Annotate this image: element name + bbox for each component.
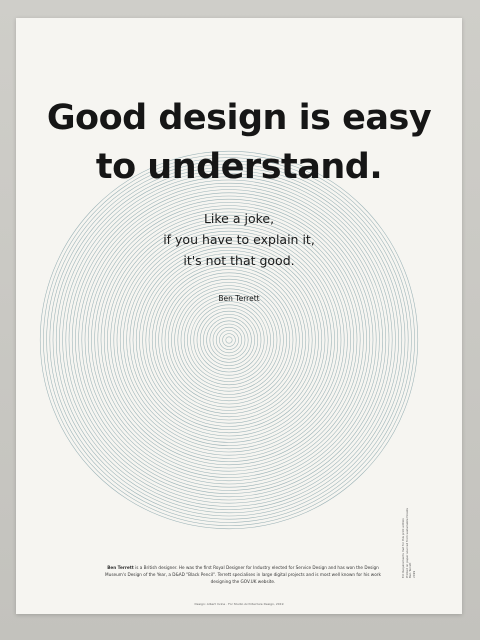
ring-11 [190, 301, 268, 379]
ring-27 [139, 250, 319, 430]
ring-23 [151, 262, 307, 418]
bio-name: Ben Terrett [107, 565, 134, 570]
bio-text: is a British designer. He was the first … [105, 565, 381, 584]
ring-6 [206, 317, 252, 363]
ring-10 [193, 304, 265, 376]
ring-1 [222, 333, 236, 347]
side-note-line-4: 2019 [411, 570, 416, 578]
quote: Like a joke, if you have to explain it, … [16, 208, 462, 271]
ring-26 [142, 253, 316, 427]
quote-line-2: if you have to explain it, [163, 232, 315, 247]
side-note: Ed: Requirements met for this print edit… [401, 508, 416, 578]
quote-author: Ben Terrett [218, 294, 260, 303]
ring-0 [225, 336, 233, 344]
bio-paragraph: Ben Terrett is a British designer. He wa… [100, 564, 386, 585]
wall-background: Good design is easy to understand. Like … [0, 0, 480, 640]
ring-2 [219, 330, 239, 350]
headline-line-1: Good design is easy [46, 98, 432, 138]
headline-line-2: to understand. [95, 147, 383, 187]
ring-12 [187, 298, 271, 382]
quote-line-1: Like a joke, [203, 211, 275, 226]
poster-headline: Good design is easy to understand. [16, 94, 462, 192]
ring-13 [183, 294, 275, 386]
ring-15 [177, 288, 281, 392]
poster: Good design is easy to understand. Like … [16, 18, 462, 614]
quote-line-3: it's not that good. [183, 253, 295, 268]
ring-14 [180, 291, 278, 389]
ring-28 [135, 246, 323, 434]
ring-25 [145, 256, 313, 424]
ring-8 [199, 310, 259, 370]
ring-20 [161, 272, 297, 408]
ring-24 [148, 259, 310, 421]
design-credit: Design: Albert Irvine · For Studio Archi… [194, 602, 284, 606]
ring-4 [212, 323, 246, 357]
ring-3 [215, 326, 243, 354]
ring-5 [209, 320, 249, 360]
ring-21 [158, 269, 300, 411]
ring-22 [155, 266, 303, 414]
ring-7 [203, 314, 255, 366]
